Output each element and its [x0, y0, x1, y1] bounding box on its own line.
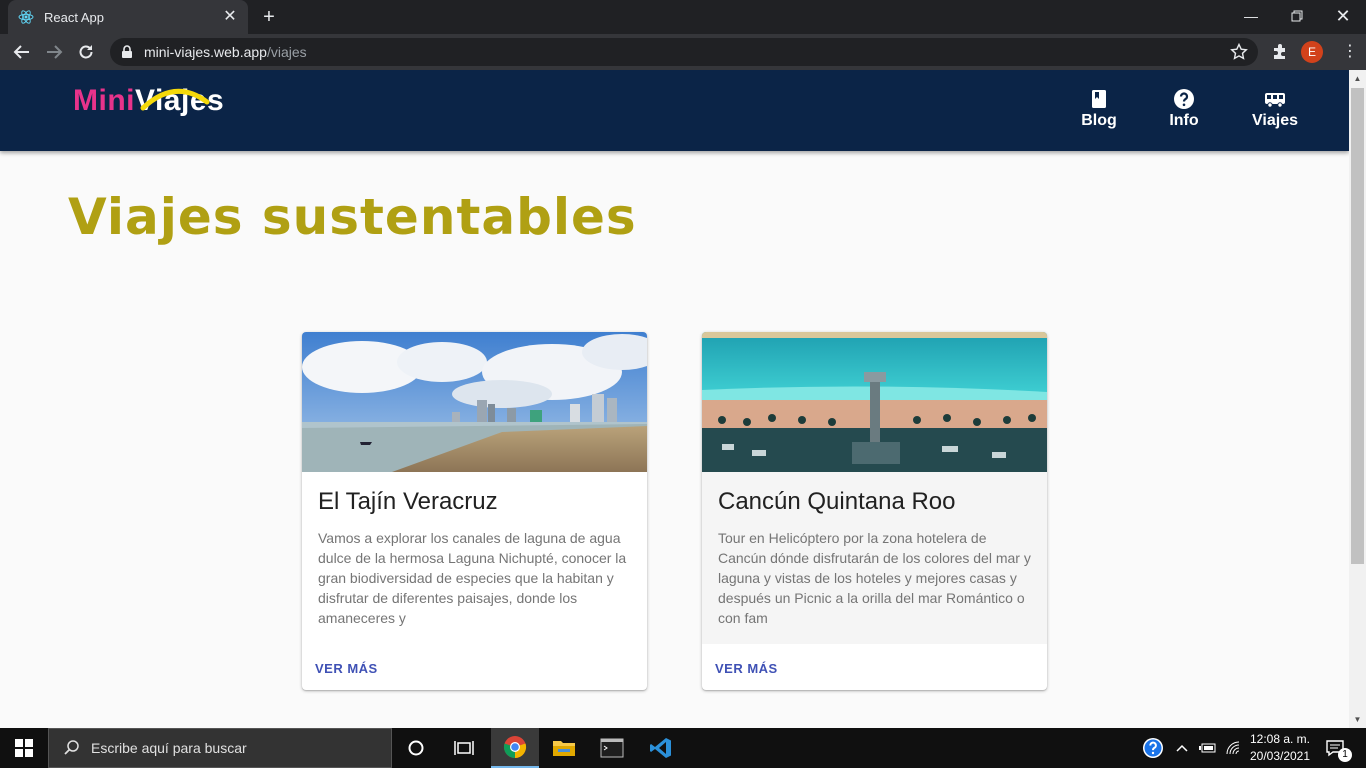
show-hidden-icons-button[interactable]: [1172, 728, 1192, 768]
search-icon: [64, 740, 79, 755]
beach-city-skyline-photo: [302, 332, 647, 472]
bookmark-star-icon[interactable]: [1230, 43, 1248, 61]
react-icon: [18, 10, 34, 24]
card-content: El Tajín Veracruz Vamos a explorar los c…: [302, 472, 647, 644]
card-content: Cancún Quintana Roo Tour en Helicóptero …: [702, 472, 1047, 644]
notification-count: 1: [1338, 748, 1352, 762]
battery-icon: [1199, 743, 1216, 753]
browser-tab-strip: React App ✕ + — ✕: [0, 0, 1366, 34]
lock-icon: [122, 45, 132, 58]
help-tray-button[interactable]: [1140, 728, 1166, 768]
site-logo[interactable]: MiniViajes: [73, 84, 224, 136]
card-description: Tour en Helicóptero por la zona hotelera…: [718, 530, 1031, 626]
wifi-icon: [1226, 741, 1240, 755]
help-circle-icon: [1174, 89, 1194, 109]
trip-card[interactable]: Cancún Quintana Roo Tour en Helicóptero …: [702, 332, 1047, 690]
page-title: Viajes sustentables: [68, 188, 637, 246]
nav-label: Blog: [1081, 112, 1117, 129]
forward-button[interactable]: [40, 38, 68, 66]
profile-avatar[interactable]: E: [1301, 41, 1323, 63]
windows-logo-icon: [15, 739, 33, 757]
restore-icon: [1291, 10, 1303, 22]
nav-label: Info: [1169, 112, 1199, 129]
cortana-button[interactable]: [392, 728, 440, 768]
url-host: mini-viajes.web.app: [144, 44, 267, 60]
vscode-icon: [650, 738, 671, 758]
tab-title: React App: [44, 9, 104, 25]
page-viewport: MiniViajes Blog Info Viajes Viajes suste…: [0, 70, 1349, 728]
folder-icon: [553, 741, 575, 756]
book-icon: [1092, 90, 1106, 108]
task-view-icon: [454, 741, 474, 755]
page-scrollbar[interactable]: ▲ ▼: [1349, 70, 1366, 728]
search-placeholder: Escribe aquí para buscar: [91, 740, 247, 756]
terminal-button[interactable]: [588, 728, 636, 768]
system-clock[interactable]: 12:08 a. m. 20/03/2021: [1240, 731, 1320, 765]
logo-text-mini: Mini: [73, 84, 135, 117]
aerial-beach-pier-photo: [702, 332, 1047, 472]
arrow-left-icon: [13, 45, 29, 59]
start-button[interactable]: [0, 728, 48, 768]
close-window-button[interactable]: ✕: [1320, 0, 1366, 32]
ver-mas-button[interactable]: VER MÁS: [315, 661, 378, 676]
tab-close-icon[interactable]: ✕: [222, 9, 238, 25]
nav-blog[interactable]: Blog: [1059, 88, 1139, 130]
chrome-taskbar-button[interactable]: [491, 728, 539, 768]
windows-taskbar: Escribe aquí para buscar 12:08 a. m. 20/…: [0, 728, 1366, 768]
clock-date: 20/03/2021: [1249, 749, 1311, 763]
reload-button[interactable]: [72, 38, 100, 66]
arrow-right-icon: [47, 45, 63, 59]
chevron-up-icon: [1176, 744, 1188, 752]
help-icon: [1143, 738, 1163, 758]
battery-tray-button[interactable]: [1196, 728, 1220, 768]
new-tab-button[interactable]: +: [258, 6, 280, 28]
minimize-button[interactable]: —: [1228, 0, 1274, 32]
scroll-down-icon[interactable]: ▼: [1349, 711, 1366, 728]
browser-menu-icon[interactable]: ⋮: [1340, 42, 1360, 62]
action-center-button[interactable]: 1: [1320, 728, 1352, 768]
browser-toolbar: mini-viajes.web.app/viajes: [0, 34, 1366, 70]
nav-label: Viajes: [1252, 112, 1298, 129]
address-bar[interactable]: mini-viajes.web.app/viajes: [110, 38, 1258, 66]
vscode-button[interactable]: [637, 728, 685, 768]
taskbar-search-input[interactable]: Escribe aquí para buscar: [48, 728, 392, 768]
ver-mas-button[interactable]: VER MÁS: [715, 661, 778, 676]
url-path: /viajes: [266, 44, 307, 60]
bus-icon: [1265, 93, 1285, 108]
terminal-icon: [600, 738, 624, 758]
trip-card[interactable]: El Tajín Veracruz Vamos a explorar los c…: [302, 332, 647, 690]
reload-icon: [79, 45, 93, 59]
back-button[interactable]: [8, 38, 36, 66]
clock-time: 12:08 a. m.: [1249, 732, 1311, 746]
nav-viajes[interactable]: Viajes: [1235, 88, 1315, 130]
browser-tab[interactable]: React App ✕: [8, 0, 248, 34]
logo-sun-arc: [140, 88, 210, 111]
nav-info[interactable]: Info: [1144, 88, 1224, 130]
scrollbar-thumb[interactable]: [1351, 88, 1364, 564]
task-view-button[interactable]: [440, 728, 488, 768]
card-title: El Tajín Veracruz: [318, 488, 498, 515]
scroll-up-icon[interactable]: ▲: [1349, 70, 1366, 87]
chrome-icon: [503, 736, 527, 759]
extensions-puzzle-icon[interactable]: [1270, 42, 1290, 62]
cortana-circle-icon: [408, 740, 424, 756]
app-header: MiniViajes Blog Info Viajes: [0, 70, 1349, 151]
card-title: Cancún Quintana Roo: [718, 488, 956, 515]
restore-button[interactable]: [1274, 0, 1320, 32]
card-description: Vamos a explorar los canales de laguna d…: [318, 530, 627, 626]
file-explorer-button[interactable]: [540, 728, 588, 768]
